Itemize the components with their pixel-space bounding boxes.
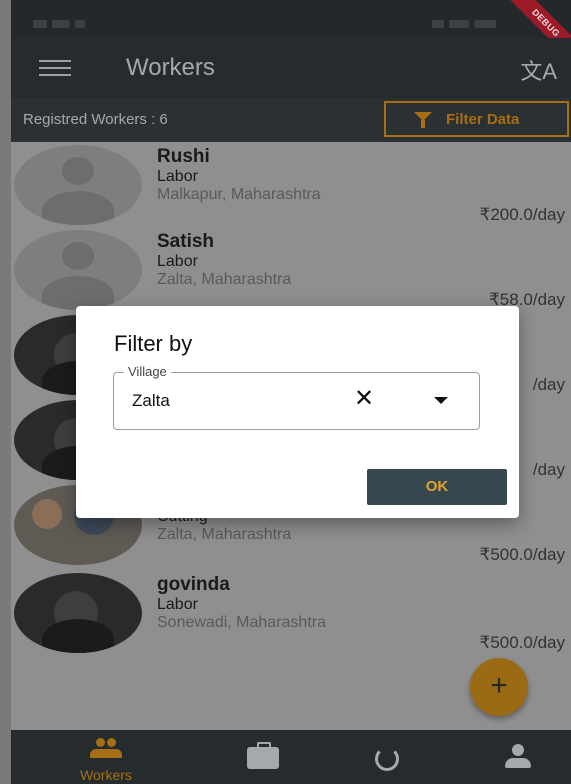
worker-location: Malkapur, Maharashtra [157,186,321,203]
filter-icon [414,111,432,128]
page-title: Workers [126,54,215,81]
add-worker-button[interactable]: + [470,658,528,716]
registered-workers-count: Registred Workers : 6 [23,111,168,128]
briefcase-icon[interactable] [247,742,279,769]
menu-icon[interactable] [39,60,71,76]
worker-location: Zalta, Maharashtra [157,526,292,543]
worker-row[interactable]: govinda Labor Sonewadi, Maharashtra ₹500… [11,570,571,655]
worker-role: Labor [157,168,198,185]
worker-rate: ₹500.0/day [479,545,566,564]
worker-name: govinda [157,574,230,595]
worker-role: Labor [157,596,198,613]
sub-bar: Registred Workers : 6 Filter Data [11,98,571,142]
filter-data-button[interactable]: Filter Data [384,101,569,137]
app-frame: DEBUG Workers 文A Registred Workers : 6 F… [11,0,571,784]
worker-name: Satish [157,231,215,252]
village-field-label: Village [124,364,171,379]
village-field-value: Zalta [132,391,170,410]
clear-icon[interactable]: ✕ [354,387,374,411]
worker-role: Labor [157,253,198,270]
filter-dialog: Filter by Village Zalta ✕ OK [76,306,519,518]
status-icons-left [33,15,93,28]
translate-icon[interactable]: 文A [520,54,557,86]
person-icon[interactable] [505,744,531,768]
dialog-title: Filter by [114,331,193,356]
worker-row[interactable]: Rushi Labor Malkapur, Maharashtra ₹200.0… [11,142,571,227]
worker-rate: /day [532,460,565,479]
avatar [14,573,142,653]
worker-location: Zalta, Maharashtra [157,271,292,288]
worker-rate: /day [532,375,565,394]
nav-item-workers[interactable]: Workers [56,730,156,784]
village-select[interactable]: Village Zalta ✕ [113,364,480,430]
app-bar: Workers 文A [11,38,571,98]
avatar [14,230,142,310]
dropdown-arrow-icon[interactable] [434,397,448,404]
nav-item-label: Workers [80,767,132,783]
worker-rate: ₹500.0/day [479,633,566,652]
worker-name: Rushi [157,146,210,167]
filter-data-label: Filter Data [446,110,520,128]
cycle-icon[interactable] [375,747,399,771]
ok-button[interactable]: OK [367,469,507,505]
worker-location: Sonewadi, Maharashtra [157,614,326,631]
status-bar: DEBUG [11,0,571,69]
status-icons-right [432,15,501,33]
avatar [14,145,142,225]
worker-rate: ₹200.0/day [479,205,566,224]
worker-row[interactable]: Satish Labor Zalta, Maharashtra ₹58.0/da… [11,227,571,312]
people-icon [89,738,123,760]
bottom-nav: Workers [11,730,571,784]
